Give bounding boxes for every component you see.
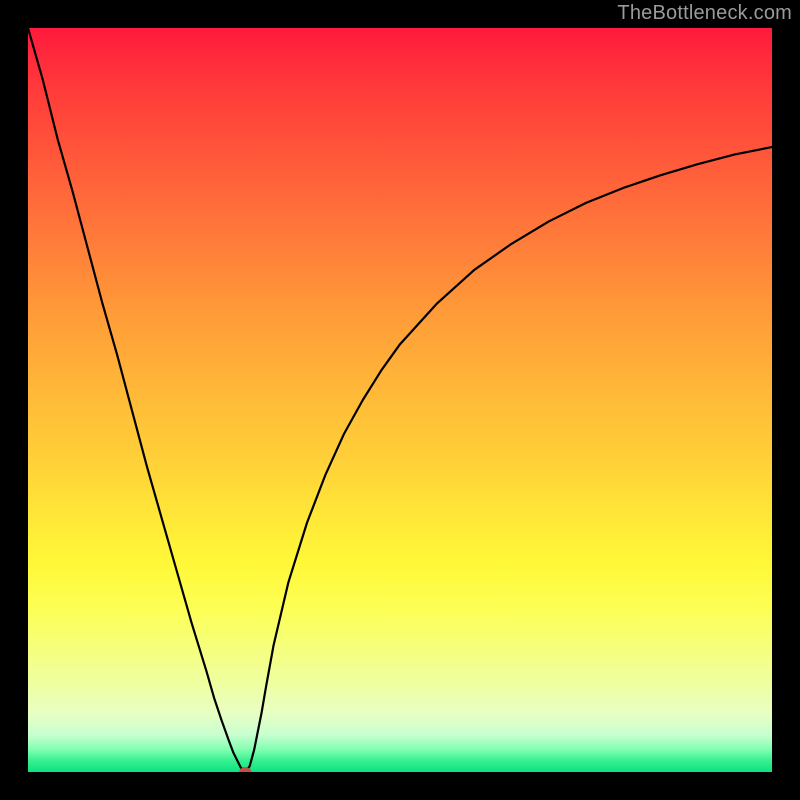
watermark-text: TheBottleneck.com — [617, 2, 792, 25]
background-gradient — [28, 28, 772, 772]
plot-area — [28, 28, 772, 772]
chart-frame: TheBottleneck.com — [0, 0, 800, 800]
